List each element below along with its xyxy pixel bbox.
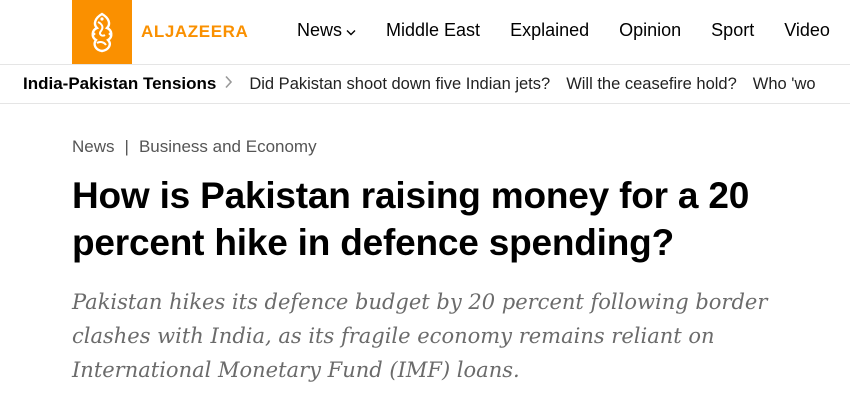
- aljazeera-calligraphy-icon: [91, 12, 113, 53]
- trending-link[interactable]: Who 'wo: [753, 75, 816, 94]
- article-summary: Pakistan hikes its defence budget by 20 …: [72, 290, 768, 382]
- chevron-down-icon: [346, 20, 356, 41]
- trending-link[interactable]: Did Pakistan shoot down five Indian jets…: [249, 75, 550, 94]
- nav-item-video[interactable]: Video: [784, 20, 830, 41]
- breadcrumb-link-business-economy[interactable]: Business and Economy: [139, 137, 317, 157]
- nav-item-explained[interactable]: Explained: [510, 20, 589, 41]
- breadcrumb: News | Business and Economy: [72, 137, 317, 157]
- main-nav: News Middle East Explained Opinion Sport…: [297, 20, 850, 41]
- trending-bar: India-Pakistan Tensions Did Pakistan sho…: [0, 64, 850, 104]
- brand-wordmark[interactable]: ALJAZEERA: [141, 22, 248, 42]
- aljazeera-logo[interactable]: [72, 0, 132, 64]
- nav-item-label: News: [297, 20, 343, 40]
- trending-link[interactable]: Will the ceasefire hold?: [566, 75, 737, 94]
- nav-item-opinion[interactable]: Opinion: [619, 20, 681, 41]
- nav-item-middle-east[interactable]: Middle East: [386, 20, 480, 41]
- site-header: ALJAZEERA News Middle East Explained Opi…: [0, 0, 850, 64]
- chevron-right-icon: [224, 75, 233, 94]
- nav-item-news[interactable]: News: [297, 20, 356, 41]
- article-headline: How is Pakistan raising money for a 20 p…: [72, 175, 750, 263]
- breadcrumb-separator: |: [124, 137, 129, 156]
- trending-topic-title[interactable]: India-Pakistan Tensions: [23, 74, 216, 94]
- breadcrumb-link-news[interactable]: News: [72, 137, 115, 157]
- nav-item-sport[interactable]: Sport: [711, 20, 754, 41]
